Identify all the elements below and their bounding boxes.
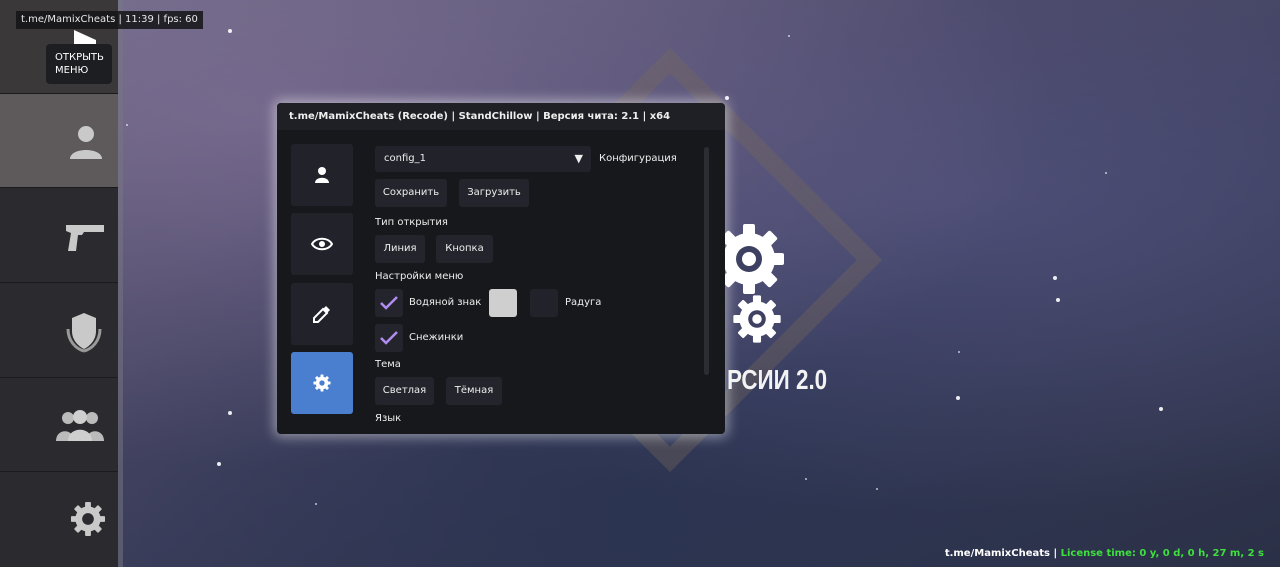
- cheat-menu-window: t.me/MamixCheats (Recode) | StandChillow…: [277, 103, 725, 434]
- eyedropper-icon: [313, 306, 330, 323]
- snow-star: [958, 351, 960, 353]
- sidebar-edge: [118, 0, 123, 567]
- license-prefix: t.me/MamixCheats |: [944, 548, 1061, 559]
- snowflakes-label: Снежинки: [409, 332, 464, 343]
- snow-star: [217, 462, 221, 466]
- snow-star: [876, 488, 878, 490]
- watermark-color-dark-swatch[interactable]: [530, 289, 558, 317]
- user-icon: [315, 167, 329, 183]
- left-sidebar: [0, 0, 118, 567]
- snowflakes-checkbox[interactable]: [375, 324, 403, 352]
- checkmark-icon: [380, 296, 398, 310]
- config-select[interactable]: config_1 ▼: [375, 146, 591, 172]
- open-type-button-button[interactable]: Кнопка: [436, 235, 493, 263]
- snow-star: [1159, 407, 1163, 411]
- watermark-label: Водяной знак: [409, 297, 482, 308]
- gear-icon: [733, 295, 781, 343]
- snow-star: [956, 396, 960, 400]
- open-menu-button[interactable]: ОТКРЫТЬ МЕНЮ: [46, 44, 112, 84]
- snow-star: [1056, 298, 1060, 302]
- config-label: Конфигурация: [599, 153, 677, 164]
- snow-star: [228, 411, 232, 415]
- open-type-title: Тип открытия: [375, 217, 448, 228]
- checkmark-icon: [380, 331, 398, 345]
- license-time: License time: 0 y, 0 d, 0 h, 27 m, 2 s: [1060, 548, 1264, 559]
- config-select-value: config_1: [384, 153, 426, 164]
- snow-star: [126, 124, 128, 126]
- save-button[interactable]: Сохранить: [375, 179, 447, 207]
- snow-star: [228, 29, 232, 33]
- watermark-checkbox[interactable]: [375, 289, 403, 317]
- sidebar-item-friends[interactable]: [0, 378, 118, 472]
- tab-color-picker[interactable]: [291, 283, 353, 345]
- rainbow-label: Радуга: [565, 297, 602, 308]
- user-icon: [70, 125, 102, 159]
- info-bar: t.me/MamixCheats | 11:39 | fps: 60: [16, 11, 203, 29]
- watermark-color-light-swatch[interactable]: [489, 289, 517, 317]
- snow-star: [788, 35, 790, 37]
- menu-settings-title: Настройки меню: [375, 271, 464, 282]
- pistol-icon: [66, 224, 104, 251]
- tab-settings[interactable]: [291, 352, 353, 414]
- open-type-line-button[interactable]: Линия: [375, 235, 425, 263]
- shield-icon: [66, 312, 102, 352]
- background-version-text: РСИИ 2.0: [727, 364, 828, 395]
- load-button[interactable]: Загрузить: [459, 179, 529, 207]
- sidebar-item-settings[interactable]: [0, 472, 118, 566]
- license-info: t.me/MamixCheats | License time: 0 y, 0 …: [945, 547, 1264, 561]
- tab-visuals[interactable]: [291, 213, 353, 275]
- eye-icon: [311, 237, 333, 251]
- snow-star: [725, 96, 729, 100]
- theme-title: Тема: [375, 359, 401, 370]
- theme-light-button[interactable]: Светлая: [375, 377, 434, 405]
- menu-title: t.me/MamixCheats (Recode) | StandChillow…: [277, 103, 725, 130]
- gear-icon: [313, 374, 331, 392]
- open-menu-label-line2: МЕНЮ: [55, 65, 89, 76]
- sidebar-item-clans[interactable]: [0, 284, 118, 378]
- snow-star: [1053, 276, 1057, 280]
- sidebar-item-profile[interactable]: [0, 94, 118, 188]
- gear-icon: [70, 501, 106, 537]
- tab-profile[interactable]: [291, 144, 353, 206]
- language-title: Язык: [375, 413, 402, 424]
- friends-icon: [56, 409, 104, 441]
- snow-star: [1105, 172, 1107, 174]
- snow-star: [805, 478, 807, 480]
- caret-down-icon: ▼: [574, 152, 583, 165]
- menu-scrollbar[interactable]: [704, 147, 709, 375]
- theme-dark-button[interactable]: Тёмная: [446, 377, 502, 405]
- sidebar-item-weapons[interactable]: [0, 189, 118, 283]
- snow-star: [315, 503, 317, 505]
- open-menu-label-line1: ОТКРЫТЬ: [55, 52, 104, 63]
